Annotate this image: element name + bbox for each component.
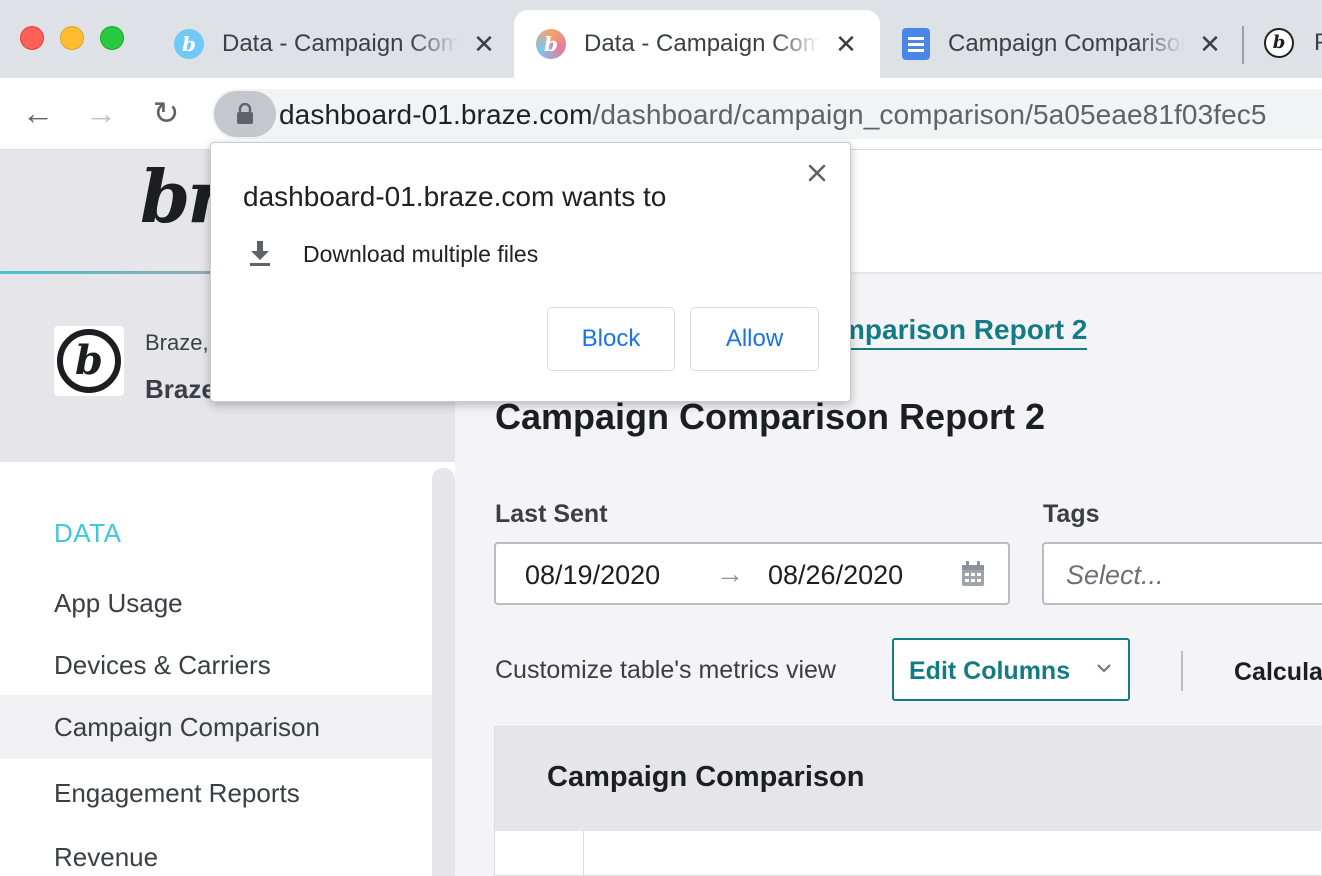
edit-columns-button[interactable]: Edit Columns bbox=[892, 638, 1130, 701]
forward-arrow-icon[interactable]: → bbox=[78, 90, 124, 136]
sidebar-item-app-usage[interactable]: App Usage bbox=[0, 571, 432, 635]
tab-title: Campaign Comparison bbox=[948, 30, 1184, 57]
campaign-comparison-card: Campaign Comparison bbox=[494, 726, 1322, 876]
chevron-down-icon bbox=[1097, 664, 1111, 673]
start-date-input[interactable]: 08/19/2020 bbox=[525, 560, 660, 591]
braze-favicon-icon: b bbox=[536, 29, 566, 59]
permission-prompt: dashboard-01.braze.com wants to Download… bbox=[210, 142, 851, 402]
app-group-name: Braze bbox=[145, 374, 216, 404]
window-close-button[interactable] bbox=[20, 26, 44, 50]
card-header: Campaign Comparison bbox=[495, 727, 1322, 831]
edit-columns-label: Edit Columns bbox=[909, 657, 1071, 685]
tab-title: Pa bbox=[1314, 29, 1322, 57]
braze-b-icon: b bbox=[57, 329, 121, 393]
tab-close-icon[interactable]: ✕ bbox=[1196, 30, 1224, 58]
tab-separator bbox=[1242, 26, 1244, 64]
url-path: /dashboard/campaign_comparison/5a05eae81… bbox=[592, 99, 1267, 130]
sidebar-item-revenue[interactable]: Revenue bbox=[0, 825, 432, 876]
permission-prompt-title: dashboard-01.braze.com wants to bbox=[243, 181, 667, 212]
tags-select[interactable]: Select... bbox=[1042, 542, 1322, 605]
page-title: Campaign Comparison Report 2 bbox=[495, 396, 1046, 437]
arrow-right-icon: → bbox=[716, 558, 744, 589]
browser-toolbar: ← → ↻ dashboard-01.braze.com/dashboard/c… bbox=[0, 78, 1322, 150]
tab-title: Data - Campaign Comparison bbox=[222, 30, 458, 57]
tags-placeholder: Select... bbox=[1066, 560, 1164, 590]
tab-close-icon[interactable]: ✕ bbox=[832, 30, 860, 58]
end-date-input[interactable]: 08/26/2020 bbox=[768, 560, 903, 591]
metrics-view-label: Customize table's metrics view bbox=[495, 656, 836, 684]
breadcrumb[interactable]: mparison Report 2 bbox=[840, 314, 1088, 350]
browser-tab-strip: b Data - Campaign Comparison ✕ b Data - … bbox=[0, 0, 1322, 78]
date-range-picker[interactable]: 08/19/2020 → 08/26/2020 bbox=[494, 542, 1010, 605]
window-minimize-button[interactable] bbox=[60, 26, 84, 50]
last-sent-label: Last Sent bbox=[495, 500, 608, 528]
browser-tab-2-active[interactable]: b Data - Campaign Comparison ✕ bbox=[514, 10, 880, 78]
url-text: dashboard-01.braze.com/dashboard/campaig… bbox=[279, 99, 1267, 131]
address-bar[interactable]: dashboard-01.braze.com/dashboard/campaig… bbox=[212, 89, 1322, 139]
calendar-icon[interactable] bbox=[961, 561, 985, 587]
back-arrow-icon[interactable]: ← bbox=[15, 90, 61, 136]
google-docs-favicon-icon bbox=[902, 28, 930, 60]
browser-tab-3[interactable]: Campaign Comparison ✕ bbox=[880, 10, 1240, 78]
tags-label: Tags bbox=[1043, 500, 1100, 528]
braze-favicon-icon: b bbox=[174, 29, 204, 59]
calculate-label: Calcula bbox=[1234, 658, 1322, 686]
sidebar-item-engagement-reports[interactable]: Engagement Reports bbox=[0, 761, 432, 825]
table-column-divider bbox=[583, 831, 584, 876]
reload-icon[interactable]: ↻ bbox=[143, 90, 189, 136]
tab-close-icon[interactable]: ✕ bbox=[470, 30, 498, 58]
toolbar-divider bbox=[1181, 651, 1183, 691]
url-host: dashboard-01.braze.com bbox=[279, 99, 593, 130]
site-info-button[interactable] bbox=[214, 91, 276, 137]
block-button[interactable]: Block bbox=[547, 307, 675, 371]
browser-tab-4[interactable]: b Pa bbox=[1264, 28, 1322, 58]
sidebar-section-data: DATA bbox=[54, 518, 122, 548]
sidebar-item-campaign-comparison[interactable]: Campaign Comparison bbox=[0, 695, 432, 759]
allow-button[interactable]: Allow bbox=[690, 307, 819, 371]
card-title: Campaign Comparison bbox=[547, 761, 865, 793]
permission-text: Download multiple files bbox=[303, 241, 539, 267]
tab-title: Data - Campaign Comparison bbox=[584, 30, 820, 57]
close-icon[interactable] bbox=[803, 159, 831, 187]
browser-tab-1[interactable]: b Data - Campaign Comparison ✕ bbox=[152, 10, 512, 78]
window-zoom-button[interactable] bbox=[100, 26, 124, 50]
sidebar-item-devices-carriers[interactable]: Devices & Carriers bbox=[0, 633, 432, 697]
sidebar: DATA App Usage Devices & Carriers Campai… bbox=[0, 462, 455, 876]
download-icon bbox=[250, 241, 270, 266]
sidebar-scrollbar[interactable] bbox=[432, 468, 455, 876]
company-name: Braze, bbox=[145, 330, 209, 355]
lock-icon bbox=[237, 103, 253, 124]
avatar: b bbox=[54, 326, 124, 396]
braze-favicon-icon: b bbox=[1264, 28, 1294, 58]
